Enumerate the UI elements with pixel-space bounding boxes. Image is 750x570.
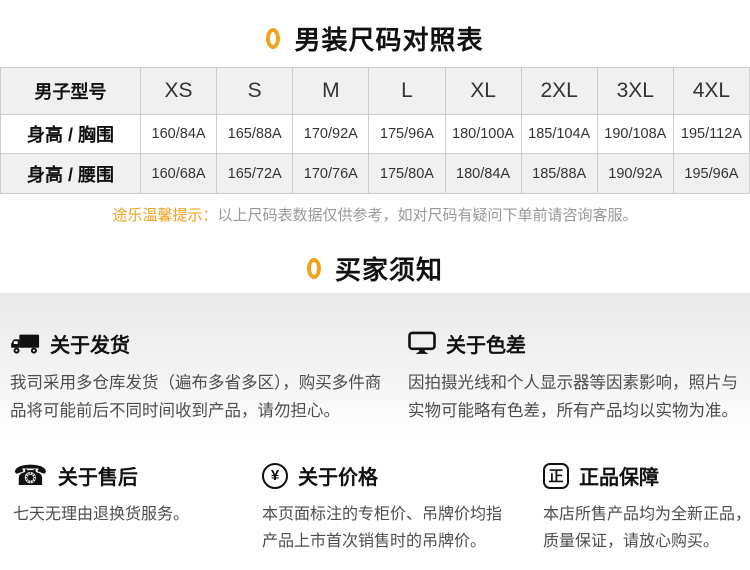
size-chart-title-row: 男装尺码对照表: [0, 20, 750, 57]
note-authenticity: 正 正品保障 本店所售产品均为全新正品，质量保证，请放心购买。: [543, 461, 750, 555]
note-heading: 关于发货: [50, 335, 130, 357]
size-header-cell: 4XL: [672, 67, 750, 115]
note-body: 因拍摄光线和个人显示器等因素影响，照片与实物可能略有色差，所有产品均以实物为准。: [408, 374, 738, 420]
size-chart-tip: 途乐温馨提示：以上尺码表数据仅供参考，如对尺码有疑问下单前请咨询客服。: [0, 204, 750, 225]
buyer-notes-panel: 关于发货 我司采用多仓库发货（遍布多省多区），购买多件商品将可能前后不同时间收到…: [0, 293, 750, 570]
note-shipping: 关于发货 我司采用多仓库发货（遍布多省多区），购买多件商品将可能前后不同时间收到…: [10, 329, 382, 425]
note-authenticity-header: 正 正品保障: [543, 461, 750, 490]
size-chart-table: 男子型号 XS S M L XL 2XL 3XL 4XL 身高 / 胸围 160…: [0, 67, 750, 194]
size-chart-title: 男装尺码对照表: [294, 25, 484, 55]
note-price-header: ¥ 关于价格: [262, 461, 514, 490]
table-row-chest: 身高 / 胸围 160/84A 165/88A 170/92A 175/96A …: [0, 114, 750, 154]
note-heading: 关于价格: [298, 467, 378, 489]
row-label: 身高 / 胸围: [0, 114, 141, 154]
size-value-cell: 180/100A: [444, 114, 522, 154]
size-value-cell: 185/88A: [520, 153, 598, 194]
note-heading: 关于售后: [57, 467, 138, 489]
size-value-cell: 165/72A: [216, 153, 294, 194]
buyer-notes-title-row: 买家须知: [0, 250, 750, 287]
note-shipping-header: 关于发货: [10, 329, 382, 358]
size-value-cell: 195/112A: [672, 114, 750, 154]
size-value-cell: 195/96A: [672, 153, 750, 194]
size-value-cell: 180/84A: [444, 153, 522, 194]
tip-brand-prefix: 途乐温馨提示：: [112, 207, 218, 224]
size-value-cell: 175/80A: [368, 153, 446, 194]
size-header-cell: S: [216, 67, 294, 115]
size-header-cell: XL: [444, 67, 522, 115]
size-header-cell: XS: [139, 67, 218, 115]
size-header-cell: 3XL: [596, 67, 674, 115]
yen-circle-icon: ¥: [262, 462, 288, 489]
note-body: 七天无理由退换货服务。: [13, 506, 190, 523]
authentic-seal-icon: 正: [543, 462, 569, 489]
ring-bullet-icon: [306, 258, 321, 279]
note-color-header: 关于色差: [408, 329, 750, 358]
note-color-difference: 关于色差 因拍摄光线和个人显示器等因素影响，照片与实物可能略有色差，所有产品均以…: [408, 329, 750, 425]
size-value-cell: 170/92A: [292, 114, 370, 154]
size-value-cell: 170/76A: [292, 153, 370, 194]
size-header-cell: L: [368, 67, 446, 115]
note-price: ¥ 关于价格 本页面标注的专柜价、吊牌价均指产品上市首次销售时的吊牌价。: [262, 461, 514, 555]
truck-icon: [11, 334, 40, 354]
note-body: 我司采用多仓库发货（遍布多省多区），购买多件商品将可能前后不同时间收到产品，请勿…: [10, 374, 382, 420]
note-heading: 关于色差: [446, 335, 526, 357]
size-value-cell: 185/104A: [520, 114, 598, 154]
buyer-notes-title: 买家须知: [334, 255, 443, 285]
table-row-waist: 身高 / 腰围 160/68A 165/72A 170/76A 175/80A …: [0, 153, 750, 194]
size-value-cell: 160/84A: [139, 114, 218, 154]
note-after-sales: ☎ 关于售后 七天无理由退换货服务。: [13, 461, 243, 528]
note-after-sales-header: ☎ 关于售后: [13, 461, 243, 490]
size-value-cell: 190/108A: [596, 114, 674, 154]
size-header-cell: 2XL: [520, 67, 598, 115]
note-body: 本店所售产品均为全新正品，质量保证，请放心购买。: [543, 506, 750, 550]
monitor-icon: [408, 331, 436, 354]
size-value-cell: 165/88A: [216, 114, 294, 154]
note-body: 本页面标注的专柜价、吊牌价均指产品上市首次销售时的吊牌价。: [262, 506, 503, 550]
size-value-cell: 190/92A: [596, 153, 674, 194]
note-heading: 正品保障: [579, 467, 659, 489]
tip-text: 以上尺码表数据仅供参考，如对尺码有疑问下单前请咨询客服。: [217, 207, 638, 224]
phone-icon: ☎: [13, 458, 48, 492]
size-value-cell: 175/96A: [368, 114, 446, 154]
ring-bullet-icon: [266, 28, 281, 49]
table-corner-cell: 男子型号: [0, 67, 141, 115]
size-header-cell: M: [292, 67, 370, 115]
product-detail-page: 男装尺码对照表 男子型号 XS S M L XL 2XL 3XL 4XL 身高 …: [0, 0, 750, 570]
size-value-cell: 160/68A: [139, 153, 218, 194]
row-label: 身高 / 腰围: [0, 153, 141, 194]
table-header-row: 男子型号 XS S M L XL 2XL 3XL 4XL: [0, 67, 750, 115]
